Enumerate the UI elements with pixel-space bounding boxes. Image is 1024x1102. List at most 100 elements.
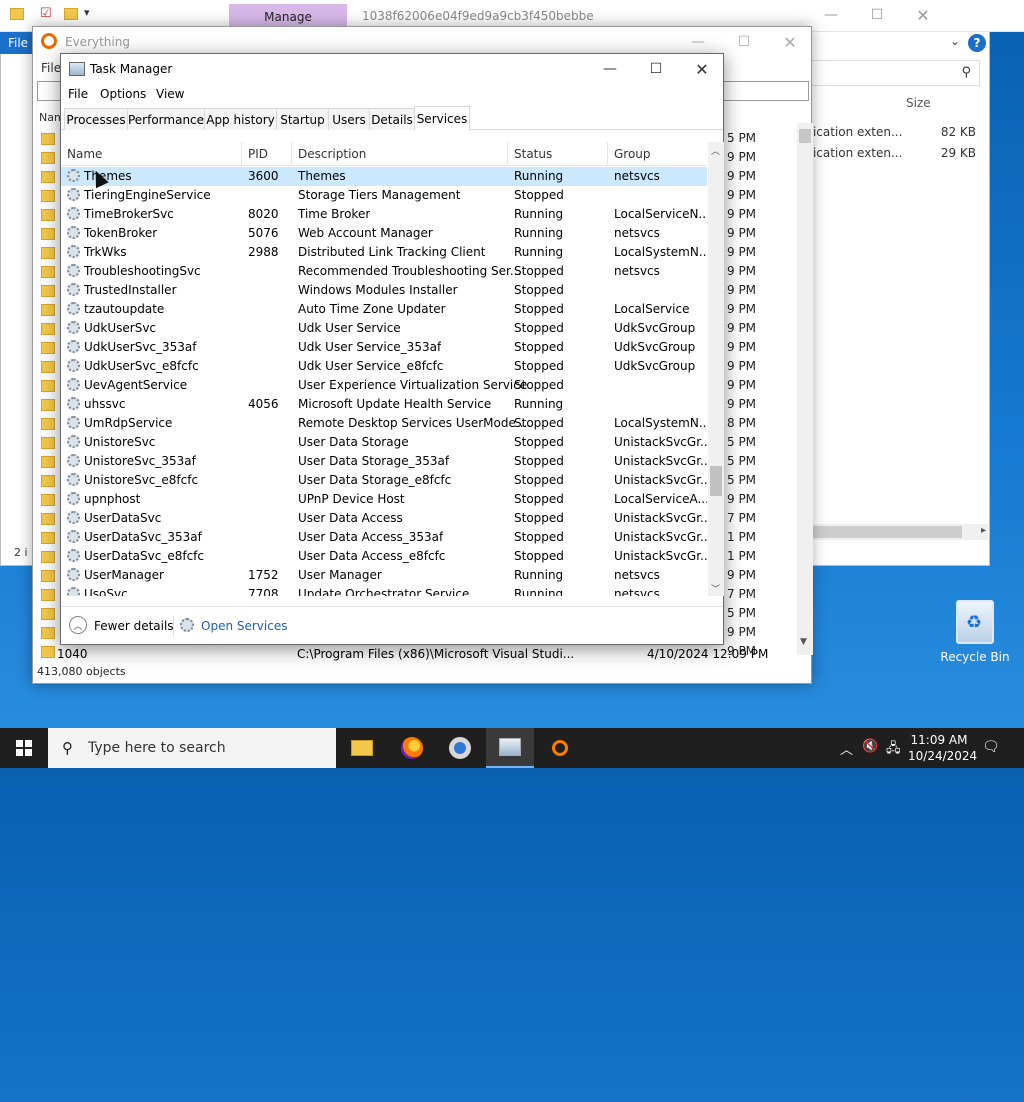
service-group: netsvcs bbox=[614, 568, 660, 582]
service-row[interactable]: UdkUserSvc_353af Udk User Service_353af St… bbox=[61, 338, 707, 357]
service-row[interactable]: UnistoreSvc_353af User Data Storage_353af… bbox=[61, 452, 707, 471]
result-time: 9 PM bbox=[727, 264, 757, 278]
recycle-bin-shortcut[interactable]: Recycle Bin bbox=[940, 600, 1010, 664]
column-divider[interactable] bbox=[241, 142, 242, 166]
scroll-down-icon[interactable]: ﹀ bbox=[711, 582, 720, 595]
service-row[interactable]: TokenBroker 5076 Web Account Manager Runnin… bbox=[61, 224, 707, 243]
service-row[interactable]: TrustedInstaller Windows Modules Installe… bbox=[61, 281, 707, 300]
size-column-header[interactable]: Size bbox=[906, 96, 931, 110]
notification-icon[interactable]: 🗨 bbox=[982, 739, 1000, 755]
service-row[interactable]: TimeBrokerSvc 8020 Time Broker Running Local… bbox=[61, 205, 707, 224]
service-pid: 8020 bbox=[248, 207, 279, 221]
service-row[interactable]: UevAgentService User Experience Virtualiz… bbox=[61, 376, 707, 395]
file-row[interactable]: plication exten... 29 KB bbox=[802, 146, 982, 160]
scrollbar-thumb[interactable] bbox=[710, 466, 722, 496]
taskbar-firefox[interactable] bbox=[388, 728, 436, 768]
service-row[interactable]: Themes 3600 Themes Running netsvcs bbox=[61, 167, 707, 186]
scrollbar-thumb[interactable] bbox=[799, 129, 811, 143]
service-row[interactable]: UserManager 1752 User Manager Running netsvc… bbox=[61, 566, 707, 585]
service-row[interactable]: UsoSvc 7708 Update Orchestrator Service Run… bbox=[61, 585, 707, 596]
new-folder-icon[interactable] bbox=[64, 8, 78, 20]
taskbar-chrome[interactable] bbox=[436, 728, 484, 768]
column-name[interactable]: Name bbox=[67, 147, 102, 161]
everything-close-button[interactable]: ✕ bbox=[767, 27, 813, 57]
column-status[interactable]: Status bbox=[514, 147, 552, 161]
everything-menu-file[interactable]: File bbox=[41, 61, 61, 75]
maximize-button[interactable]: ☐ bbox=[854, 0, 900, 30]
taskbar-search-box[interactable]: ⚲ Type here to search bbox=[48, 728, 336, 768]
search-icon: ⚲ bbox=[62, 739, 73, 757]
taskbar-file-explorer[interactable] bbox=[338, 728, 386, 768]
tab-startup[interactable]: Startup bbox=[276, 108, 329, 130]
column-divider[interactable] bbox=[507, 142, 508, 166]
minimize-button[interactable]: — bbox=[808, 0, 854, 30]
tab-details[interactable]: Details bbox=[369, 108, 415, 130]
explorer-search-input[interactable]: ⚲ bbox=[800, 60, 980, 86]
service-status: Running bbox=[514, 397, 564, 411]
everything-vertical-scrollbar[interactable]: ▼ bbox=[797, 123, 813, 655]
open-services-link[interactable]: Open Services bbox=[201, 619, 287, 633]
service-row[interactable]: upnphost UPnP Device Host Stopped LocalServ… bbox=[61, 490, 707, 509]
close-button[interactable]: ✕ bbox=[679, 54, 725, 84]
menu-options[interactable]: Options bbox=[100, 87, 146, 101]
menu-file[interactable]: File bbox=[68, 87, 88, 101]
service-gear-icon bbox=[67, 416, 80, 429]
file-row[interactable]: plication exten... 82 KB bbox=[802, 125, 982, 139]
scroll-right-icon[interactable]: ▸ bbox=[981, 525, 986, 536]
explorer-minimize-right-button[interactable] bbox=[896, 0, 942, 30]
tab-services[interactable]: Services bbox=[414, 106, 470, 131]
result-name: 1040 bbox=[57, 647, 88, 661]
maximize-button[interactable]: ☐ bbox=[633, 54, 679, 84]
tab-app-history[interactable]: App history bbox=[204, 108, 277, 130]
service-row[interactable]: UnistoreSvc_e8fcfc User Data Storage_e8fc… bbox=[61, 471, 707, 490]
explorer-horizontal-scrollbar[interactable]: ▸ bbox=[802, 524, 988, 540]
service-row[interactable]: UserDataSvc User Data Access Stopped Unista… bbox=[61, 509, 707, 528]
column-group[interactable]: Group bbox=[614, 147, 651, 161]
task-manager-titlebar[interactable]: Task Manager — ☐ ✕ bbox=[61, 54, 723, 84]
details-view-icon[interactable]: ☷ ▭ bbox=[944, 1086, 974, 1102]
service-row[interactable]: tzautoupdate Auto Time Zone Updater Stoppe… bbox=[61, 300, 707, 319]
chevron-up-icon[interactable]: ︿ bbox=[69, 616, 87, 634]
chevron-up-icon[interactable]: ︿ bbox=[840, 739, 853, 758]
service-row[interactable]: TieringEngineService Storage Tiers Manage… bbox=[61, 186, 707, 205]
column-divider[interactable] bbox=[607, 142, 608, 166]
service-row[interactable]: TrkWks 2988 Distributed Link Tracking Clie… bbox=[61, 243, 707, 262]
column-pid[interactable]: PID bbox=[248, 147, 268, 161]
fewer-details-button[interactable]: Fewer details bbox=[94, 619, 174, 633]
service-row[interactable]: UdkUserSvc Udk User Service Stopped UdkSvcG… bbox=[61, 319, 707, 338]
column-description[interactable]: Description bbox=[298, 147, 366, 161]
start-button[interactable] bbox=[0, 728, 48, 768]
service-row[interactable]: TroubleshootingSvc Recommended Troublesho… bbox=[61, 262, 707, 281]
services-icon[interactable] bbox=[180, 618, 194, 632]
quick-access-dropdown-icon[interactable]: ▾ bbox=[84, 6, 90, 19]
service-row[interactable]: UnistoreSvc User Data Storage Stopped Unist… bbox=[61, 433, 707, 452]
chevron-down-icon[interactable]: ⌄ bbox=[950, 34, 960, 48]
services-vertical-scrollbar[interactable] bbox=[708, 142, 724, 596]
properties-icon[interactable]: ☑ bbox=[40, 6, 52, 21]
taskbar-everything[interactable] bbox=[536, 728, 584, 768]
everything-result-row[interactable]: 1040 C:\Program Files (x86)\Microsoft Vi… bbox=[55, 645, 795, 663]
file-tab[interactable]: File bbox=[0, 32, 36, 54]
service-row[interactable]: uhssvc 4056 Microsoft Update Health Servic… bbox=[61, 395, 707, 414]
service-row[interactable]: UserDataSvc_e8fcfc User Data Access_e8fcf… bbox=[61, 547, 707, 566]
explorer-title: 1038f62006e04f9ed9a9cb3f450bebbe bbox=[362, 9, 594, 23]
tab-users[interactable]: Users bbox=[328, 108, 370, 130]
column-divider[interactable] bbox=[291, 142, 292, 166]
menu-view[interactable]: View bbox=[156, 87, 184, 101]
minimize-button[interactable]: — bbox=[587, 54, 633, 84]
taskbar-task-manager[interactable] bbox=[486, 728, 534, 768]
scroll-up-icon[interactable]: ︿ bbox=[711, 144, 720, 157]
tab-processes[interactable]: Processes bbox=[64, 108, 128, 130]
service-row[interactable]: UserDataSvc_353af User Data Access_353af S… bbox=[61, 528, 707, 547]
help-icon[interactable]: ? bbox=[968, 34, 986, 52]
everything-maximize-button[interactable]: ☐ bbox=[721, 27, 767, 57]
scroll-down-icon[interactable]: ▼ bbox=[800, 637, 807, 647]
volume-muted-icon[interactable]: 🔇 bbox=[862, 739, 878, 754]
service-pid: 7708 bbox=[248, 587, 279, 596]
scrollbar-thumb[interactable] bbox=[802, 526, 962, 538]
service-row[interactable]: UmRdpService Remote Desktop Services User… bbox=[61, 414, 707, 433]
service-row[interactable]: UdkUserSvc_e8fcfc Udk User Service_e8fcfc… bbox=[61, 357, 707, 376]
taskbar-clock[interactable]: 11:09 AM 10/24/2024 bbox=[908, 732, 977, 764]
tab-performance[interactable]: Performance bbox=[127, 108, 205, 130]
network-icon[interactable]: 🖧 bbox=[886, 739, 901, 761]
